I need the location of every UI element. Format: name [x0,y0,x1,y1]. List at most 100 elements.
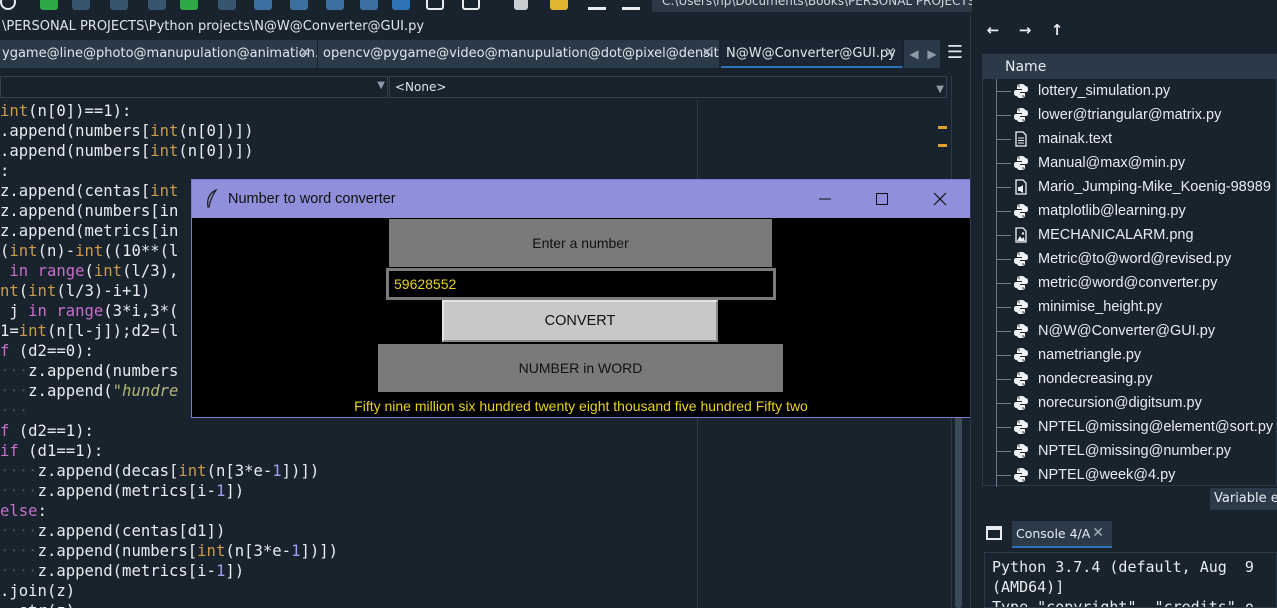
warning-marker[interactable] [938,144,947,147]
close-button[interactable] [911,180,969,218]
image-file-icon [1013,227,1029,243]
code-token: z.append(centas[ [0,182,151,200]
close-tab-icon[interactable]: ✕ [701,40,713,67]
close-tab-icon[interactable]: ✕ [299,40,311,67]
file-item[interactable]: Metric@to@word@revised.py [983,247,1276,271]
scroll-tabs-right-icon[interactable]: ▶ [924,40,940,68]
file-name: Mario_Jumping-Mike_Koenig-98989 [1038,179,1271,195]
code-token: int [18,322,47,340]
step-into-icon[interactable] [290,0,308,10]
tree-branch [996,415,1011,439]
file-item[interactable]: lower@triangular@matrix.py [983,103,1276,127]
code-token: int [93,262,123,280]
main-toolbar: C:\Users\hp\Documents\Books\PERSONAL PRO… [0,0,1277,14]
pane-splitter[interactable] [970,14,980,608]
file-name: matplotlib@learning.py [1038,203,1186,219]
debug-icon[interactable] [218,0,236,10]
code-token: 1 [272,462,282,480]
tree-branch [996,199,1011,223]
function-selector[interactable]: <None> ▼ [389,76,947,98]
file-item[interactable]: Mario_Jumping-Mike_Koenig-98989 [983,175,1276,199]
python-file-icon [1013,299,1029,315]
name-column-header[interactable]: Name [983,55,1276,79]
file-item[interactable]: Manual@max@min.py [983,151,1276,175]
file-item[interactable]: nametriangle.py [983,343,1276,367]
file-item[interactable]: NPTEL@missing@number.py [983,439,1276,463]
file-item[interactable]: mainak.text [983,127,1276,151]
maximize-button[interactable] [853,180,911,218]
ipython-console[interactable]: Python 3.7.4 (default, Aug 9 (AMD64)] Ty… [984,552,1277,608]
file-item[interactable]: norecursion@digitsum.py [983,391,1276,415]
minimize-button[interactable] [795,180,853,218]
file-name: MECHANICALARM.png [1038,227,1194,243]
preferences-icon[interactable] [514,0,528,10]
back-icon[interactable]: ← [982,19,1004,41]
code-token: int [178,462,207,480]
editor-tab-label: ygame@line@photo@manupulation@animation.… [2,46,318,61]
scroll-tabs-left-icon[interactable]: ◀ [904,40,924,68]
maximize-pane-icon[interactable] [426,0,444,10]
tab-menu-icon[interactable]: ☰ [942,40,968,68]
code-token: int [150,142,179,160]
close-tab-icon[interactable]: ✕ [884,40,896,66]
file-item[interactable]: N@W@Converter@GUI.py [983,319,1276,343]
code-line: z.append(centas[int [0,181,178,201]
close-console-icon[interactable]: ✕ [1092,521,1104,546]
file-item[interactable]: matplotlib@learning.py [983,199,1276,223]
console-tab[interactable]: Console 4/A ✕ [1012,521,1112,548]
help-icon[interactable] [0,0,16,10]
back-arrow-icon[interactable] [588,0,606,10]
window-titlebar[interactable]: Number to word converter [192,180,970,218]
code-token: ((10**(l [103,242,179,260]
fullscreen-icon[interactable] [462,0,480,10]
code-token: (l/3)-i+1) [56,282,151,300]
file-item[interactable]: MECHANICALARM.png [983,223,1276,247]
variable-explorer-tab[interactable]: Variable ex [1210,488,1277,510]
code-token: range [37,262,85,280]
close-icon [933,192,947,206]
file-item[interactable]: metric@word@converter.py [983,271,1276,295]
code-token: (d1==1): [18,442,104,460]
file-item[interactable]: minimise_height.py [983,295,1276,319]
run-selection-icon[interactable] [180,0,198,10]
step-icon[interactable] [254,0,272,10]
run-cell-advance-icon[interactable] [148,0,166,10]
file-item[interactable]: lottery_simulation.py [983,79,1276,103]
code-line: : [0,161,9,181]
file-item[interactable]: NPTEL@week@4.py [983,463,1276,487]
forward-icon[interactable]: → [1014,19,1036,41]
editor-tab[interactable]: ygame@line@photo@manupulation@animation.… [0,40,318,68]
number-input[interactable]: 59628552 [386,268,776,300]
file-name: lottery_simulation.py [1038,83,1171,99]
stop-icon[interactable] [392,0,410,10]
continue-icon[interactable] [360,0,378,10]
editor-tab-label: N@W@Converter@GUI.py [726,46,896,61]
parent-directory-icon[interactable]: ↑ [1046,19,1068,41]
file-item[interactable]: NPTEL@missing@element@sort.py [983,415,1276,439]
run-file-icon[interactable] [72,0,90,10]
working-directory-field[interactable]: C:\Users\hp\Documents\Books\PERSONAL PRO… [652,0,972,12]
code-token: str(z) [0,602,75,608]
editor-tab[interactable]: opencv@pygame@video@manupulation@dot@pix… [318,40,720,68]
convert-button[interactable]: CONVERT [442,300,718,342]
file-item[interactable]: nondecreasing.py [983,367,1276,391]
code-token: z.append(decas[ [37,462,179,480]
editor-tab-active[interactable]: N@W@Converter@GUI.py ✕ [721,40,903,68]
code-line: ····z.append(decas[int(n[3*e-1])]) [0,461,319,481]
forward-arrow-icon[interactable] [622,0,640,10]
step-return-icon[interactable] [326,0,344,10]
warning-marker[interactable] [938,126,947,129]
code-line: ···z.append("hundre [0,381,178,401]
code-line: ····z.append(centas[d1]) [0,521,225,541]
code-token: ])]) [300,542,339,560]
audio-file-icon [1013,179,1029,195]
code-token: z.append(centas[d1]) [37,522,226,540]
run-icon[interactable] [40,0,58,10]
python-path-icon[interactable] [550,0,568,10]
class-selector[interactable]: ▼ [0,76,388,98]
enter-number-label: Enter a number [389,219,772,267]
minimize-icon [819,198,831,200]
run-cell-icon[interactable] [110,0,128,10]
code-token: (n)- [37,242,76,260]
